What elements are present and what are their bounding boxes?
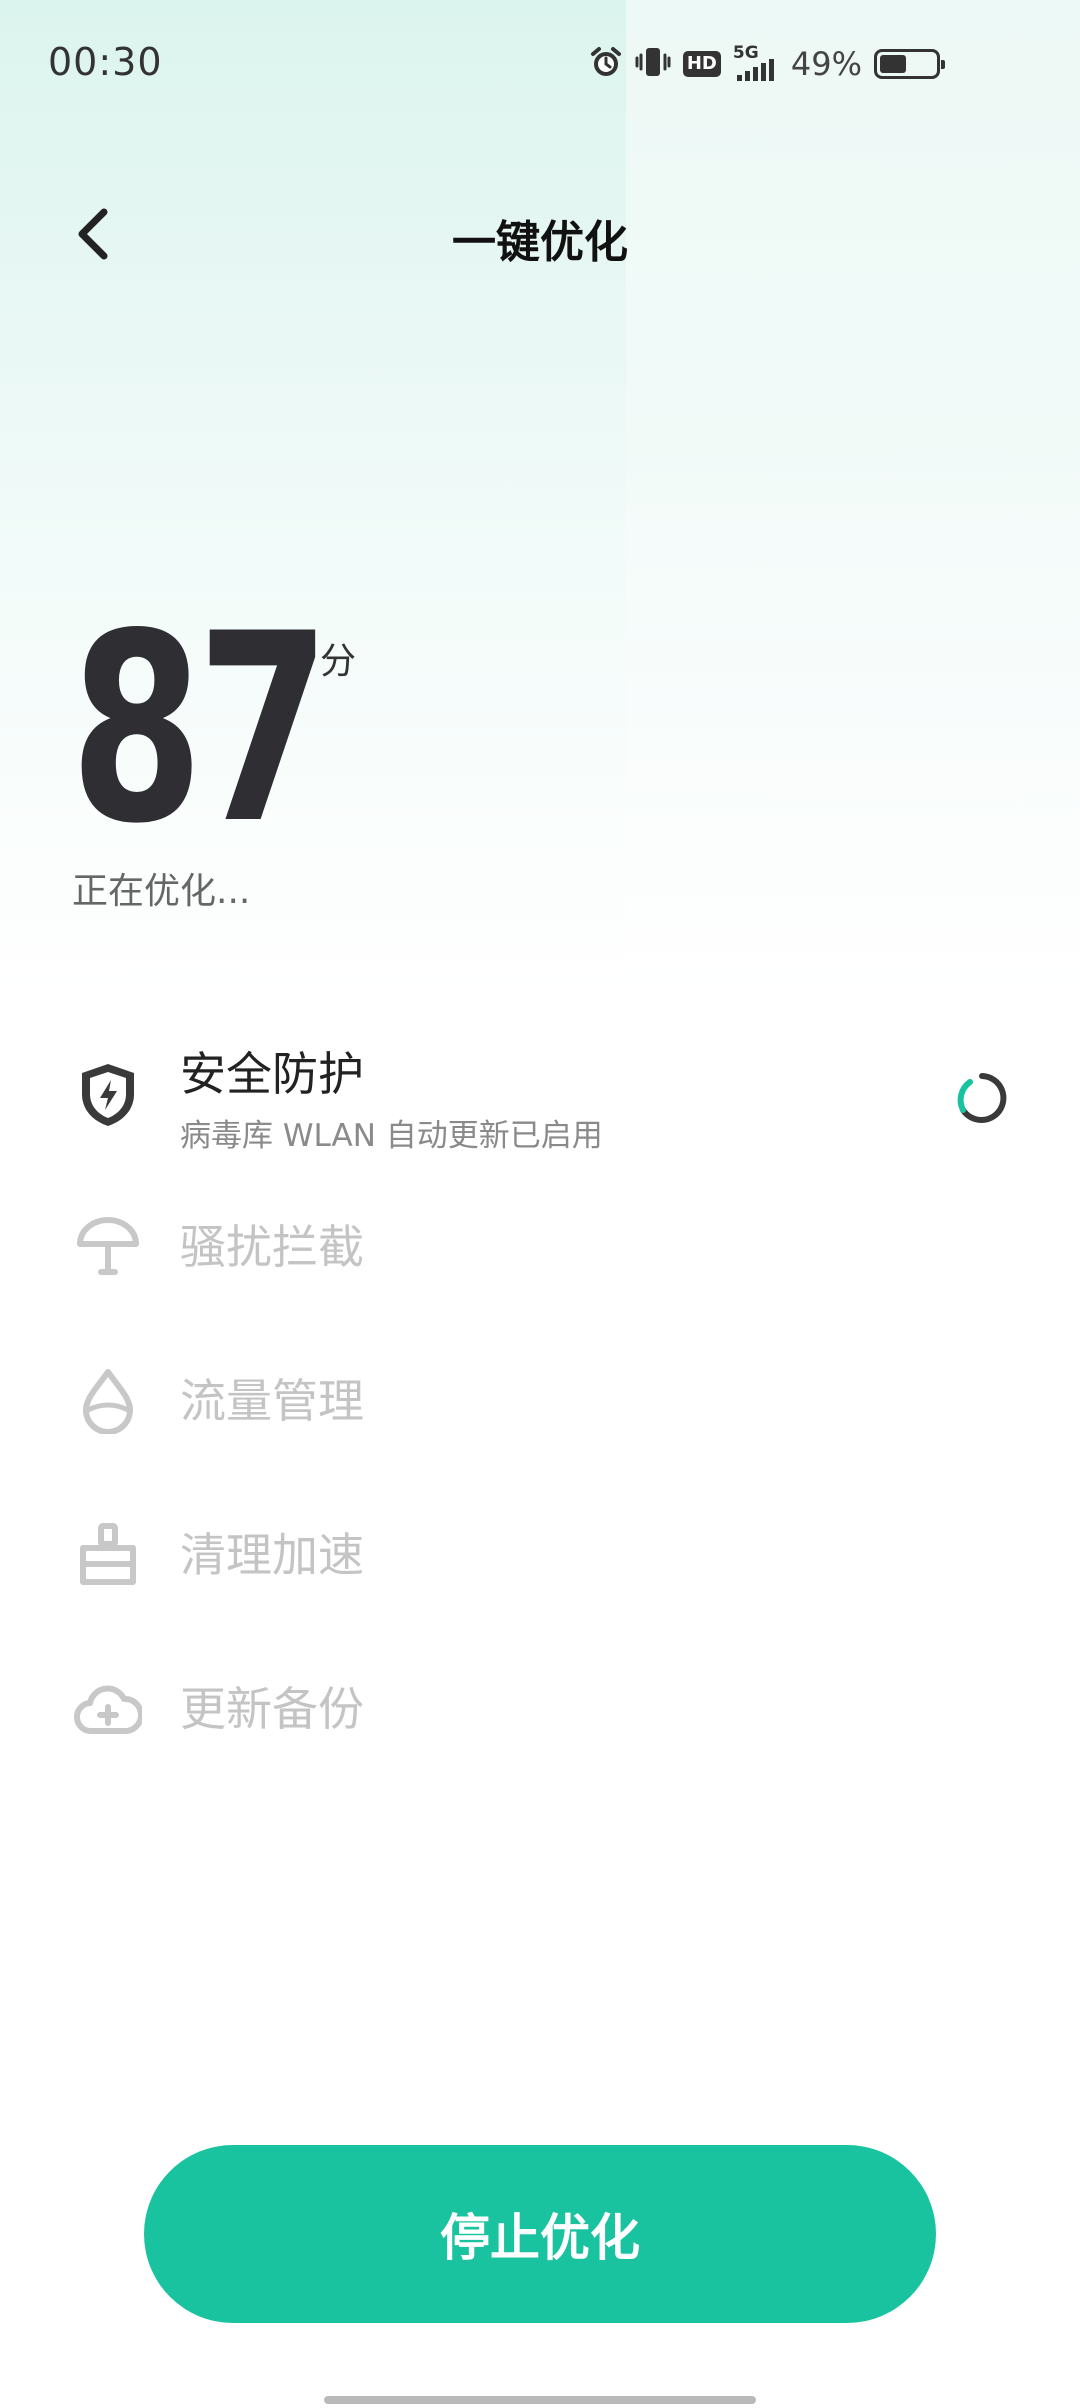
signal-icon: 5G [733, 43, 779, 81]
item-title: 骚扰拦截 [180, 1220, 364, 1274]
list-item-update-backup: 更新备份 [70, 1654, 1010, 1764]
droplet-icon [70, 1346, 146, 1456]
item-title: 安全防护 [180, 1047, 364, 1101]
status-time: 00:30 [48, 40, 163, 84]
stop-optimization-button[interactable]: 停止优化 [144, 2145, 936, 2323]
battery-icon [874, 49, 945, 79]
item-subtitle: 病毒库 WLAN 自动更新已启用 [180, 1118, 603, 1154]
score-value: 87 [70, 579, 330, 881]
list-item-security: 安全防护 病毒库 WLAN 自动更新已启用 [70, 1040, 1010, 1154]
vibrate-icon [635, 45, 671, 83]
broom-icon [70, 1500, 146, 1610]
hd-badge: HD [682, 51, 721, 77]
umbrella-icon [70, 1192, 146, 1302]
alarm-icon [589, 45, 623, 83]
loading-spinner-icon [954, 1070, 1010, 1126]
status-bar: 00:30 HD 5G 49% [0, 0, 1080, 130]
optimizing-status: 正在优化... [72, 871, 251, 912]
cloud-plus-icon [70, 1654, 146, 1764]
item-title: 清理加速 [180, 1528, 364, 1582]
item-title: 流量管理 [180, 1374, 364, 1428]
battery-percent: 49% [790, 45, 862, 83]
page-title: 一键优化 [452, 217, 628, 268]
list-item-harassment-block: 骚扰拦截 [70, 1192, 1010, 1302]
shield-bolt-icon [70, 1040, 146, 1150]
list-item-data-management: 流量管理 [70, 1346, 1010, 1456]
list-item-clean-speedup: 清理加速 [70, 1500, 1010, 1610]
header-background-right [626, 0, 1080, 1000]
status-icons: HD 5G 49% [589, 43, 945, 84]
item-title: 更新备份 [180, 1682, 364, 1736]
home-indicator[interactable] [324, 2396, 756, 2404]
score-unit: 分 [320, 641, 357, 682]
